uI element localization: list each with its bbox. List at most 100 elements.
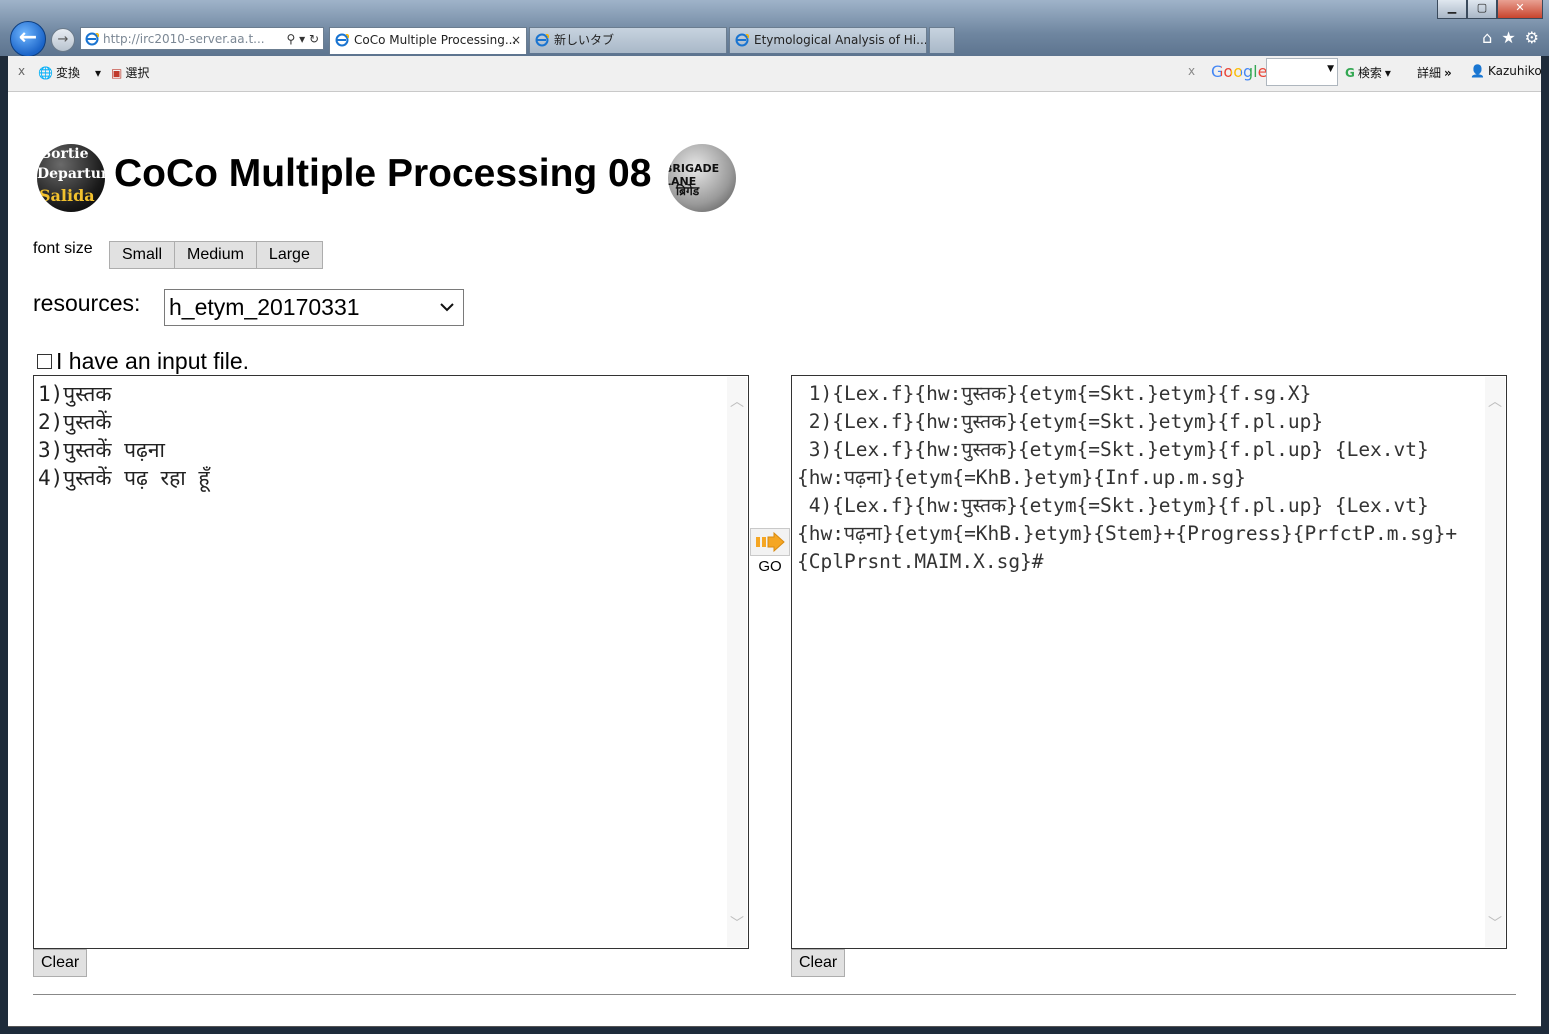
chevron-down-icon: ▾ [1384,65,1391,80]
input-file-label: I have an input file. [56,348,250,374]
convert-label: 変換 [55,66,80,80]
scroll-up-icon[interactable]: ︿ [727,391,747,411]
font-small-button[interactable]: Small [109,241,176,269]
tab-label: Etymological Analysis of Hi... [754,33,927,47]
address-tools[interactable]: ⚲ ▾ ↻ [282,28,319,49]
go-button[interactable]: GO [748,528,792,578]
clear-input-button[interactable]: Clear [33,949,88,977]
output-line: 3){Lex.f}{hw:पुस्तक}{etym{=Skt.}etym}{f.… [797,438,1429,489]
output-line: 1){Lex.f}{hw:पुस्तक}{etym{=Skt.}etym}{f.… [797,382,1312,405]
browser-titlebar: ▁ ▢ ✕ ← → http://irc2010-server.aa.t... … [0,0,1549,57]
font-size-label: font size [33,240,93,257]
input-text: 1)पुस्तक 2)पुस्तकें 3)पुस्तकें पढ़ना 4)पुस्… [38,380,720,492]
command-bar: x 🌐 変換 ▾ ▣ 選択 x Google ▼ G 検索 ▾ 詳細 » 👤 K… [8,56,1542,92]
go-label: GO [758,558,782,575]
scroll-up-icon[interactable]: ︿ [1485,391,1505,411]
window-controls: ▁ ▢ ✕ [1437,0,1543,20]
details-label: 詳細 [1417,66,1442,80]
output-line: 2){Lex.f}{hw:पुस्तक}{etym{=Skt.}etym}{f.… [797,410,1324,433]
select-document-icon: ▣ [111,65,123,80]
maximize-button[interactable]: ▢ [1467,0,1497,19]
logo-text-sortie: Sortie [41,146,89,162]
user-label: Kazuhiko [1487,64,1542,78]
more-chevron-icon: » [1444,65,1452,80]
tab-label: CoCo Multiple Processing... [354,33,517,47]
home-icon[interactable]: ⌂ [1482,28,1492,47]
font-size-buttons: Small Medium Large [109,241,323,269]
convert-button[interactable]: 🌐 変換 ▾ [38,64,101,81]
logo-text-devanagari: ब्रिगेड [676,184,700,198]
input-file-checkbox[interactable] [37,354,52,369]
scroll-down-icon[interactable]: ﹀ [727,913,747,933]
input-line: 1)पुस्तक [38,382,112,406]
scroll-down-icon[interactable]: ﹀ [1485,913,1505,933]
details-button[interactable]: 詳細 » [1417,64,1452,81]
clear-input-wrapper: Clear [33,949,88,977]
google-g-icon: G [1345,65,1355,80]
new-tab-button[interactable] [929,27,955,53]
font-large-button[interactable]: Large [255,241,323,269]
logo-text-departure: Departure [37,166,105,182]
input-line: 4)पुस्तकें पढ़ रहा हूँ [38,466,210,490]
back-arrow-icon: ← [18,25,38,50]
clear-output-wrapper: Clear [791,949,846,977]
settings-gear-icon[interactable]: ⚙ [1525,28,1539,47]
resources-select[interactable]: h_etym_20170331 [164,289,464,326]
logo-text-salida: Salida [39,186,95,205]
chevron-down-icon [439,290,455,338]
ie-tab-icon [335,33,349,47]
input-textarea[interactable]: 1)पुस्तक 2)पुस्तकें 3)पुस्तकें पढ़ना 4)पुस्… [33,375,749,949]
window-close-button[interactable]: ✕ [1497,0,1543,19]
page-viewport: Sortie Departure Salida CoCo Multiple Pr… [8,92,1541,1027]
page-title: CoCo Multiple Processing 08 [114,152,652,195]
tab-close-icon[interactable]: × [511,28,521,52]
search-icon[interactable]: ⚲ [286,32,295,46]
ie-tab-icon [535,33,549,47]
ie-page-icon [85,32,99,46]
clear-output-button[interactable]: Clear [791,949,846,977]
translate-globe-icon: 🌐 [38,65,53,80]
go-arrow-button[interactable] [750,528,790,556]
google-search-button[interactable]: G 検索 ▾ [1345,64,1391,81]
chevron-down-icon: ▼ [1327,64,1334,74]
tab-label: 新しいタブ [554,33,615,47]
refresh-icon[interactable]: ↻ [309,32,319,46]
output-textarea[interactable]: 1){Lex.f}{hw:पुस्तक}{etym{=Skt.}etym}{f.… [791,375,1507,949]
user-account-button[interactable]: 👤 Kazuhiko [1470,64,1542,78]
output-text: 1){Lex.f}{hw:पुस्तक}{etym{=Skt.}etym}{f.… [797,380,1478,576]
close-toolbar-icon[interactable]: x [18,64,25,78]
search-label: 検索 [1357,66,1382,80]
google-logo: Google [1211,62,1268,81]
resources-selected-value: h_etym_20170331 [169,294,360,320]
chevron-down-icon: ▾ [94,65,101,80]
close-google-toolbar-icon[interactable]: x [1188,64,1195,78]
address-bar[interactable]: http://irc2010-server.aa.t... ⚲ ▾ ↻ [80,27,324,50]
tab-coco[interactable]: CoCo Multiple Processing... × [329,27,527,54]
tab-etymological[interactable]: Etymological Analysis of Hi... [729,27,927,53]
select-label: 選択 [125,66,150,80]
go-arrow-icon [756,532,785,552]
output-scrollbar[interactable]: ︿ ﹀ [1485,377,1505,947]
brigade-lane-logo: BRIGADE LANE ब्रिगेड [668,144,736,212]
browser-toolbar-icons: ⌂ ★ ⚙ [1482,28,1539,47]
forward-arrow-icon: → [57,32,69,47]
resources-label: resources: [33,290,141,316]
select-button[interactable]: ▣ 選択 [111,64,149,81]
font-medium-button[interactable]: Medium [174,241,257,269]
input-line: 3)पुस्तकें पढ़ना [38,438,165,462]
input-scrollbar[interactable]: ︿ ﹀ [727,377,747,947]
favorites-star-icon[interactable]: ★ [1501,28,1515,47]
input-file-option[interactable]: I have an input file. [37,348,249,375]
google-search-input[interactable]: ▼ [1266,58,1338,86]
input-line: 2)पुस्तकें [38,410,112,434]
tab-new[interactable]: 新しいタブ [529,27,727,53]
horizontal-divider [33,994,1516,995]
back-button[interactable]: ← [10,21,46,57]
address-text: http://irc2010-server.aa.t... [103,32,265,46]
ie-tab-icon [735,33,749,47]
output-line: 4){Lex.f}{hw:पुस्तक}{etym{=Skt.}etym}{f.… [797,494,1458,573]
departure-logo: Sortie Departure Salida [37,144,105,212]
forward-button[interactable]: → [51,28,75,52]
minimize-button[interactable]: ▁ [1437,0,1467,19]
user-avatar-icon: 👤 [1470,64,1485,78]
